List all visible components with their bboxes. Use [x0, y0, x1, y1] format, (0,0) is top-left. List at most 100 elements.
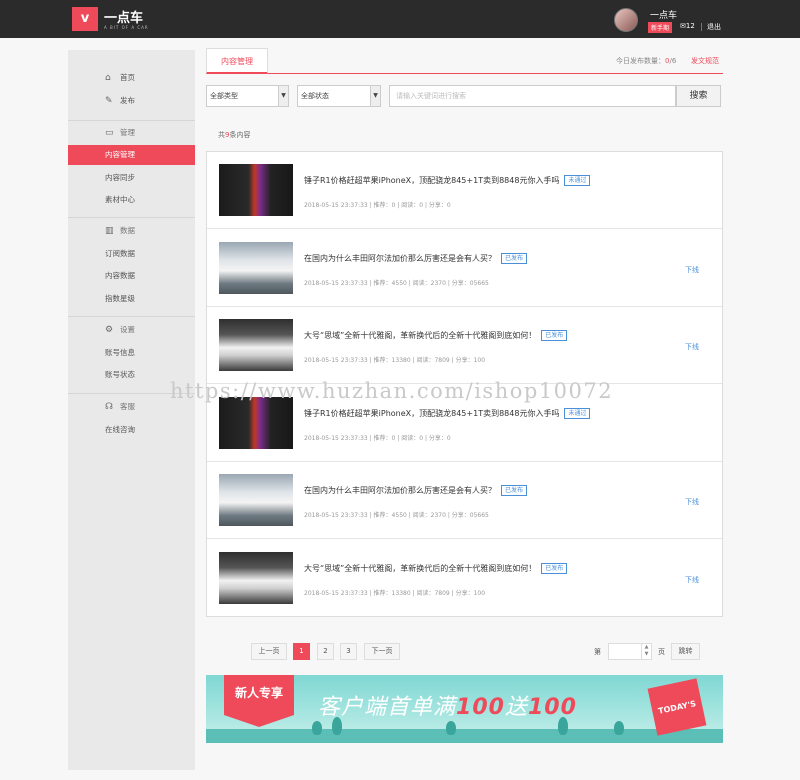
article-meta: 2018-05-15 23:37:33 | 推荐：0 | 阅读：0 | 分享：0 [304, 202, 451, 209]
list-item[interactable]: 锤子R1价格赶超苹果iPhoneX，顶配骁龙845+1T卖到8848元你入手吗未… [207, 152, 722, 229]
article-title-text: 锤子R1价格赶超苹果iPhoneX，顶配骁龙845+1T卖到8848元你入手吗 [304, 176, 560, 185]
publish-count-info: 今日发布数量：0/6 [616, 56, 676, 66]
article-title[interactable]: 锤子R1价格赶超苹果iPhoneX，顶配骁龙845+1T卖到8848元你入手吗未… [304, 175, 591, 186]
page-button-2[interactable]: 2 [317, 643, 334, 660]
sidebar: ⌂ 首页 ✎ 发布 ▭ 管理 内容管理 内容同步 素材中心 ▥ 数据 订阅数据 内容数据… [68, 50, 195, 770]
chevron-down-icon: ▼ [370, 86, 380, 106]
offline-button[interactable]: 下线 [685, 342, 699, 352]
tree-icon [614, 721, 624, 735]
sidebar-item-label: 首页 [120, 73, 135, 82]
article-title[interactable]: 锤子R1价格赶超苹果iPhoneX，顶配骁龙845+1T卖到8848元你入手吗未… [304, 408, 591, 419]
banner-badge: 新人专享 [224, 675, 294, 727]
folder-icon: ▭ [105, 128, 114, 138]
divider [701, 23, 702, 31]
article-thumbnail[interactable] [219, 552, 293, 604]
logo-text[interactable]: 一点车 [104, 7, 143, 26]
offline-button[interactable]: 下线 [685, 575, 699, 585]
status-select-value: 全部状态 [301, 92, 329, 100]
message-link[interactable]: ✉12 [680, 22, 695, 30]
divider [68, 316, 195, 317]
banner-ground [206, 729, 723, 743]
sidebar-item-home[interactable]: ⌂ 首页 [68, 68, 195, 88]
article-title[interactable]: 大号“思域”全新十代雅阁，革新换代后的全新十代雅阁到底如何！ 已发布 [304, 330, 568, 341]
sidebar-item-content-manage[interactable]: 内容管理 [68, 145, 195, 165]
promo-banner[interactable]: 新人专享 客户端首单满100送100 TODAY'S [206, 675, 723, 743]
watermark: https://www.huzhan.com/ishop10072 [170, 379, 614, 403]
prev-page-button[interactable]: 上一页 [251, 643, 287, 660]
status-badge: 已发布 [541, 563, 568, 574]
status-badge: 已发布 [501, 253, 528, 264]
stepper-icon[interactable]: ▲ ▼ [641, 644, 651, 659]
type-select[interactable]: 全部类型 ▼ [206, 85, 289, 107]
go-button[interactable]: 跳转 [671, 643, 700, 660]
article-thumbnail[interactable] [219, 319, 293, 371]
page-number-input[interactable]: ▲ ▼ [608, 643, 652, 660]
status-select[interactable]: 全部状态 ▼ [297, 85, 381, 107]
sidebar-item-index-level[interactable]: 指数星级 [68, 289, 195, 309]
list-item[interactable]: 大号“思域”全新十代雅阁，革新换代后的全新十代雅阁到底如何！ 已发布 2018-0… [207, 307, 722, 384]
article-title-text: 在国内为什么丰田阿尔法加价那么厉害还是会有人买？ [304, 254, 496, 263]
offline-button[interactable]: 下线 [685, 497, 699, 507]
publish-count-unit: /6 [669, 57, 677, 65]
logo-icon[interactable]: ⅴ [72, 7, 98, 31]
publish-spec-link[interactable]: 发文规范 [691, 56, 719, 66]
sidebar-item-material-center[interactable]: 素材中心 [68, 190, 195, 210]
article-title[interactable]: 在国内为什么丰田阿尔法加价那么厉害还是会有人买？ 已发布 [304, 485, 528, 496]
sidebar-section-data: ▥ 数据 [68, 221, 195, 241]
sidebar-item-content-sync[interactable]: 内容同步 [68, 168, 195, 188]
article-meta: 2018-05-15 23:37:33 | 推荐：13380 | 阅读：7809… [304, 357, 486, 364]
sidebar-item-online-consult[interactable]: 在线咨询 [68, 420, 195, 440]
tree-icon [446, 721, 456, 735]
article-title[interactable]: 在国内为什么丰田阿尔法加价那么厉害还是会有人买？ 已发布 [304, 253, 528, 264]
sidebar-item-content-data[interactable]: 内容数据 [68, 266, 195, 286]
sidebar-item-label: 发布 [120, 96, 135, 105]
list-item[interactable]: 大号“思域”全新十代雅阁，革新换代后的全新十代雅阁到底如何！ 已发布 2018-0… [207, 540, 722, 617]
sidebar-section-label: 管理 [120, 128, 135, 137]
list-item[interactable]: 在国内为什么丰田阿尔法加价那么厉害还是会有人买？ 已发布 2018-05-15 2… [207, 230, 722, 307]
page-button-3[interactable]: 3 [340, 643, 357, 660]
status-badge: 已发布 [501, 485, 528, 496]
user-level-badge: 新手期 [648, 22, 673, 33]
article-thumbnail[interactable] [219, 164, 293, 216]
status-badge: 已发布 [541, 330, 568, 341]
top-bar: ⅴ 一点车 A BIT OF A CAR 一点车 新手期 ✉12 退出 [0, 0, 800, 38]
logo-subtitle: A BIT OF A CAR [104, 25, 149, 30]
offline-button[interactable]: 下线 [685, 265, 699, 275]
content-count: 共9条内容 [218, 130, 250, 140]
edit-icon: ✎ [105, 96, 113, 106]
home-icon: ⌂ [105, 73, 111, 83]
search-input[interactable]: 请输入关键词进行搜索 [389, 85, 676, 107]
user-name[interactable]: 一点车 [650, 8, 677, 21]
sidebar-section-label: 数据 [120, 226, 135, 235]
article-title[interactable]: 大号“思域”全新十代雅阁，革新换代后的全新十代雅阁到底如何！ 已发布 [304, 563, 568, 574]
publish-count-label: 今日发布数量： [616, 57, 665, 65]
next-page-button[interactable]: 下一页 [364, 643, 400, 660]
divider [68, 120, 195, 121]
sidebar-item-account-info[interactable]: 账号信息 [68, 343, 195, 363]
banner-text-mid: 送 [504, 695, 528, 720]
banner-text-pre: 客户端首单满 [318, 695, 457, 720]
tree-icon [312, 721, 322, 735]
count-prefix: 共 [218, 131, 225, 139]
sidebar-section-settings: ⚙ 设置 [68, 320, 195, 340]
article-thumbnail[interactable] [219, 397, 293, 449]
sidebar-item-publish[interactable]: ✎ 发布 [68, 91, 195, 111]
avatar[interactable] [614, 8, 638, 32]
article-thumbnail[interactable] [219, 474, 293, 526]
article-title-text: 大号“思域”全新十代雅阁，革新换代后的全新十代雅阁到底如何！ [304, 331, 537, 340]
article-meta: 2018-05-15 23:37:33 | 推荐：0 | 阅读：0 | 分享：0 [304, 435, 451, 442]
sidebar-item-subscription-data[interactable]: 订阅数据 [68, 244, 195, 264]
status-badge: 未通过 [564, 408, 591, 419]
banner-text: 客户端首单满100送100 [318, 689, 577, 721]
shopping-bag-icon: TODAY'S [647, 678, 707, 736]
page-button-1[interactable]: 1 [293, 643, 310, 660]
list-item[interactable]: 在国内为什么丰田阿尔法加价那么厉害还是会有人买？ 已发布 2018-05-15 2… [207, 462, 722, 539]
headset-icon: ☊ [105, 402, 113, 412]
tab-content-manage[interactable]: 内容管理 [206, 48, 268, 74]
type-select-value: 全部类型 [210, 92, 238, 100]
article-thumbnail[interactable] [219, 242, 293, 294]
sidebar-section-label: 设置 [120, 325, 135, 334]
banner-num-1: 100 [456, 695, 505, 720]
search-button[interactable]: 搜索 [676, 85, 721, 107]
logout-link[interactable]: 退出 [707, 22, 721, 32]
